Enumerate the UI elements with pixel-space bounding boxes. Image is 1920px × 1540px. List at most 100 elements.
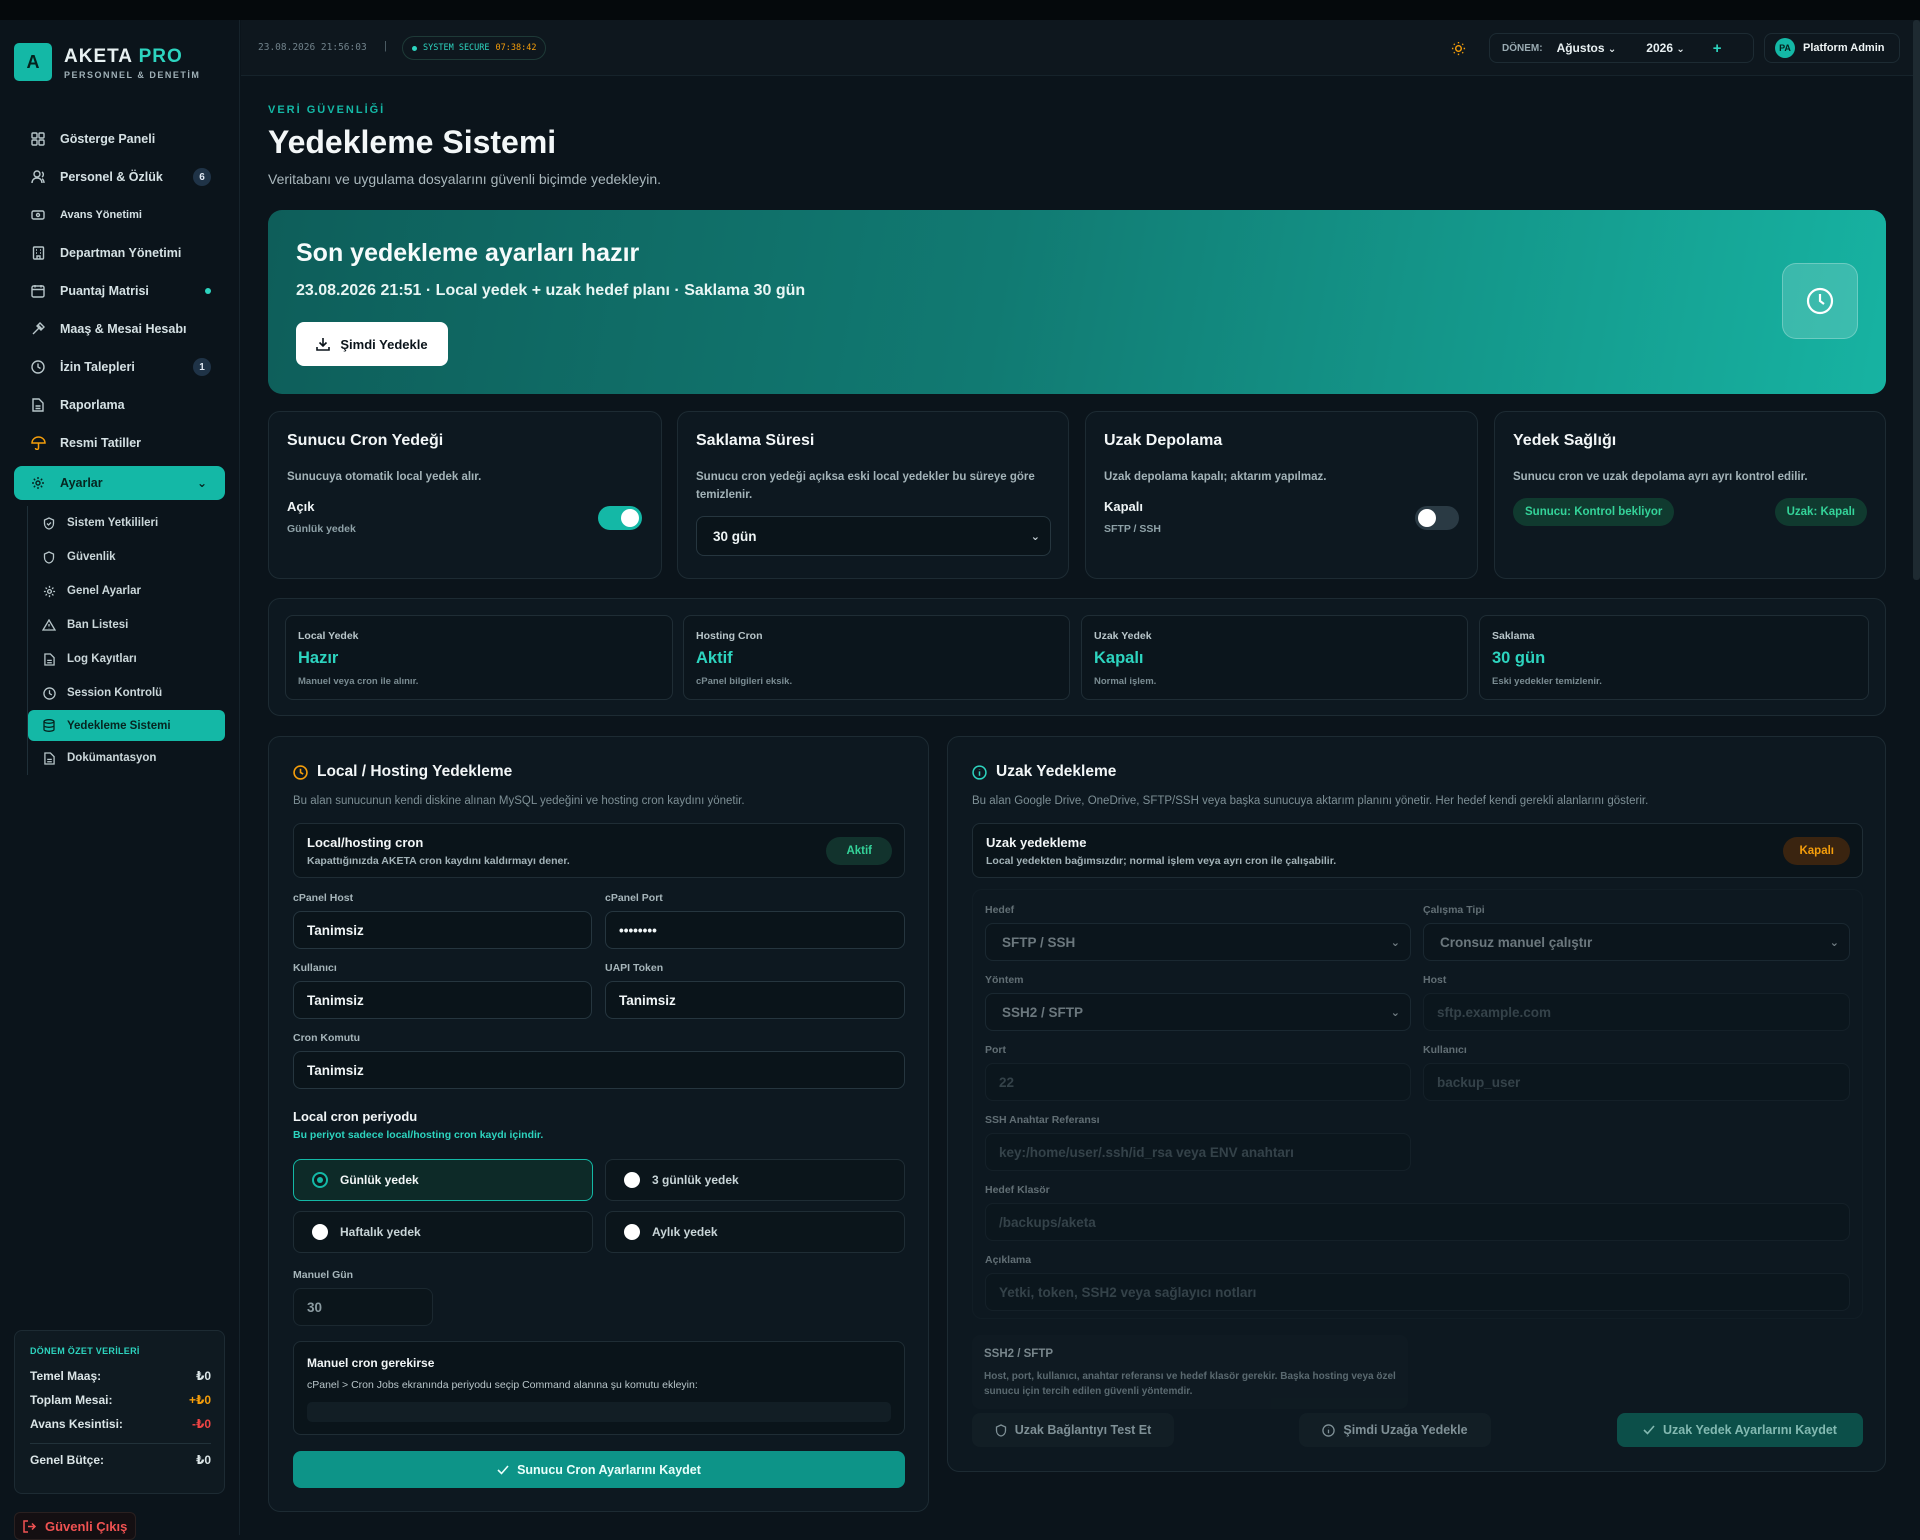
- target-folder-input[interactable]: /backups/aketa: [985, 1203, 1850, 1241]
- radio-daily[interactable]: Günlük yedek: [293, 1159, 593, 1201]
- submenu-item-security[interactable]: Güvenlik: [28, 540, 225, 574]
- stat-sub: cPanel bilgileri eksik.: [696, 676, 793, 687]
- save-remote-settings-button[interactable]: Uzak Yedek Ayarlarını Kaydet: [1617, 1413, 1863, 1447]
- retention-select[interactable]: 30 gün ⌄: [696, 516, 1051, 556]
- submenu-item-logs[interactable]: Log Kayıtları: [28, 642, 225, 676]
- sidebar-item-dashboard[interactable]: Gösterge Paneli: [14, 120, 225, 158]
- summary-row: Avans Kesintisi: -₺0: [30, 1417, 211, 1431]
- add-period-button[interactable]: +: [1713, 40, 1722, 57]
- server-status-pill: Sunucu: Kontrol bekliyor: [1513, 498, 1675, 526]
- user-menu[interactable]: PA Platform Admin: [1764, 33, 1900, 63]
- cpanel-host-input[interactable]: Tanimsiz: [293, 911, 592, 949]
- submenu-item-docs[interactable]: Dokümantasyon: [28, 741, 225, 775]
- stat-retention: Saklama 30 gün Eski yedekler temizlenir.: [1479, 615, 1869, 700]
- check-icon: [497, 1464, 509, 1475]
- stat-remote: Uzak Yedek Kapalı Normal işlem.: [1081, 615, 1468, 700]
- manual-days-input[interactable]: 30: [293, 1288, 433, 1326]
- radio-weekly[interactable]: Haftalık yedek: [293, 1211, 593, 1253]
- cpanel-port-input[interactable]: ••••••••: [605, 911, 905, 949]
- cron-command-code[interactable]: [307, 1402, 891, 1422]
- remote-fields-disabled: Hedef SFTP / SSH ⌄ Çalışma Tipi Cronsuz m…: [972, 889, 1863, 1319]
- field-label: UAPI Token: [605, 962, 664, 974]
- card-desc: Sunucu cron ve uzak depolama ayrı ayrı k…: [1513, 471, 1808, 483]
- button-label: Uzak Bağlantıyı Test Et: [1014, 1423, 1152, 1437]
- year-value: 2026: [1646, 41, 1673, 55]
- submenu-item-ban-list[interactable]: Ban Listesi: [28, 608, 225, 642]
- theme-toggle-sun-icon[interactable]: [1448, 38, 1468, 58]
- port-input[interactable]: 22: [985, 1063, 1411, 1101]
- month-select[interactable]: Ağustos ⌄: [1557, 41, 1617, 55]
- backup-now-button[interactable]: Şimdi Yedekle: [296, 322, 448, 366]
- field-label: Çalışma Tipi: [1423, 904, 1485, 916]
- panel-desc: Bu alan Google Drive, OneDrive, SFTP/SSH…: [972, 795, 1649, 807]
- secure-dot: [412, 45, 417, 51]
- clock-icon: [28, 357, 48, 377]
- submenu-item-system-admins[interactable]: Sistem Yetkilileri: [28, 506, 225, 540]
- sidebar-item-holidays[interactable]: Resmi Tatiller: [14, 424, 225, 462]
- sidebar-item-personnel[interactable]: Personel & Özlük 6: [14, 158, 225, 196]
- sidebar-item-reports[interactable]: Raporlama: [14, 386, 225, 424]
- period-label: DÖNEM:: [1502, 42, 1543, 54]
- save-server-cron-button[interactable]: Sunucu Cron Ayarlarını Kaydet: [293, 1451, 905, 1488]
- remote-storage-toggle[interactable]: [1415, 506, 1459, 530]
- card-title: Yedek Sağlığı: [1513, 432, 1617, 449]
- calculator-icon: [28, 319, 48, 339]
- sidebar-item-advance[interactable]: Avans Yönetimi: [14, 196, 225, 234]
- sidebar-item-salary[interactable]: Maaş & Mesai Hesabı: [14, 310, 225, 348]
- card-title: Saklama Süresi: [696, 432, 815, 449]
- stat-label: Uzak Yedek: [1094, 630, 1152, 642]
- submenu-item-backup[interactable]: Yedekleme Sistemi: [28, 710, 225, 741]
- sidebar-item-settings[interactable]: Ayarlar ⌄: [14, 466, 225, 500]
- stat-sub: Eski yedekler temizlenir.: [1492, 676, 1602, 687]
- clock-icon: [41, 685, 57, 701]
- field-label: cPanel Port: [605, 892, 663, 904]
- gear-icon: [41, 583, 57, 599]
- info-title: SSH2 / SFTP: [984, 1348, 1054, 1360]
- year-select[interactable]: 2026 ⌄: [1646, 41, 1684, 55]
- calendar-icon: [28, 281, 48, 301]
- method-select[interactable]: SSH2 / SFTP ⌄: [985, 993, 1411, 1031]
- submenu-item-session[interactable]: Session Kontrolü: [28, 676, 225, 710]
- host-input[interactable]: sftp.example.com: [1423, 993, 1850, 1031]
- stat-label: Local Yedek: [298, 630, 359, 642]
- backup-to-remote-button[interactable]: Şimdi Uzağa Yedekle: [1299, 1413, 1491, 1447]
- submenu-item-general[interactable]: Genel Ayarlar: [28, 574, 225, 608]
- remote-user-input[interactable]: backup_user: [1423, 1063, 1850, 1101]
- sidebar-item-leave[interactable]: İzin Talepleri 1: [14, 348, 225, 386]
- summary-value: ₺0: [195, 1453, 211, 1467]
- period-desc: Bu periyot sadece local/hosting cron kay…: [293, 1129, 544, 1141]
- local-cron-toggle-badge[interactable]: Aktif: [826, 837, 892, 865]
- target-select[interactable]: SFTP / SSH ⌄: [985, 923, 1411, 961]
- cpanel-user-input[interactable]: Tanimsiz: [293, 981, 592, 1019]
- server-cron-toggle[interactable]: [598, 506, 642, 530]
- summary-row: Toplam Mesai: +₺0: [30, 1393, 211, 1407]
- card-status-sub: SFTP / SSH: [1104, 523, 1161, 535]
- radio-indicator: [312, 1224, 328, 1240]
- brand-pro: PRO: [138, 46, 183, 67]
- summary-value: -₺0: [191, 1417, 211, 1431]
- radio-3day[interactable]: 3 günlük yedek: [605, 1159, 905, 1201]
- test-remote-connection-button[interactable]: Uzak Bağlantıyı Test Et: [972, 1413, 1174, 1447]
- brand-subtitle: PERSONNEL & DENETİM: [64, 70, 201, 80]
- ssh-key-input[interactable]: key:/home/user/.ssh/id_rsa veya ENV anah…: [985, 1133, 1411, 1171]
- page-scrollbar[interactable]: [1913, 20, 1920, 580]
- uapi-token-input[interactable]: Tanimsiz: [605, 981, 905, 1019]
- cron-command-input[interactable]: Tanimsiz: [293, 1051, 905, 1089]
- remote-backup-toggle-badge[interactable]: Kapalı: [1783, 837, 1850, 865]
- run-mode-select[interactable]: Cronsuz manuel çalıştır ⌄: [1423, 923, 1850, 961]
- ssh-info-box: SSH2 / SFTP Host, port, kullanıcı, anaht…: [972, 1335, 1408, 1409]
- chevron-down-icon: ⌄: [1676, 44, 1685, 55]
- sidebar-item-timesheet[interactable]: Puantaj Matrisi: [14, 272, 225, 310]
- box-title: Local/hosting cron: [307, 835, 424, 850]
- radio-monthly[interactable]: Aylık yedek: [605, 1211, 905, 1253]
- summary-label: Genel Bütçe:: [30, 1453, 105, 1467]
- sidebar: A AKETA PRO PERSONNEL & DENETİM Gösterge…: [0, 20, 240, 1540]
- logout-button[interactable]: Güvenli Çıkış: [14, 1512, 137, 1540]
- submenu-item-label: Genel Ayarlar: [67, 585, 141, 597]
- sidebar-item-department[interactable]: Departman Yönetimi: [14, 234, 225, 272]
- note-input[interactable]: Yetki, token, SSH2 veya sağlayıcı notlar…: [985, 1273, 1850, 1311]
- stat-sub: Normal işlem.: [1094, 676, 1157, 687]
- status-dot: [205, 288, 211, 294]
- panel-desc: Bu alan sunucunun kendi diskine alınan M…: [293, 795, 745, 807]
- warning-icon: [41, 617, 57, 633]
